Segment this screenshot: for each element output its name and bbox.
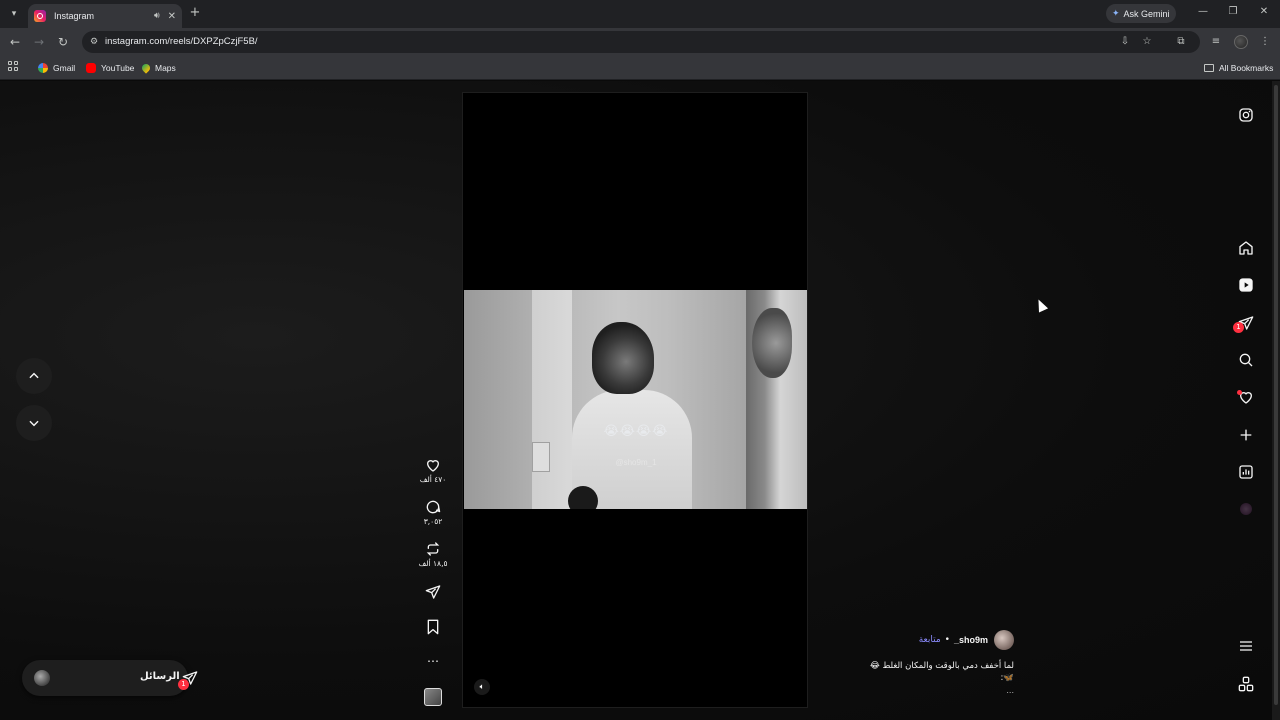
- ask-gemini-button[interactable]: ✦ Ask Gemini: [1106, 4, 1176, 23]
- video-watermark: @sho9m_1: [615, 458, 657, 467]
- chevron-down-icon: [29, 420, 39, 427]
- meta-apps-icon[interactable]: [1236, 674, 1256, 694]
- bookmark-icon: [418, 618, 448, 636]
- volume-icon[interactable]: 🔈︎: [474, 679, 490, 695]
- original-audio-thumbnail[interactable]: [424, 688, 442, 706]
- maps-pin-icon: [140, 62, 152, 74]
- comment-count: ٣,٠٥٢: [423, 517, 443, 526]
- more-options-button[interactable]: ⋯: [418, 652, 448, 670]
- site-info-icon[interactable]: ⚙: [88, 36, 100, 48]
- messages-avatar: [34, 670, 50, 686]
- tab-search-icon[interactable]: ▾: [6, 6, 22, 22]
- bookmark-label: Gmail: [53, 63, 76, 73]
- instagram-logo-icon[interactable]: [1236, 105, 1256, 125]
- address-bar[interactable]: ⚙ instagram.com/reels/DXPZpCzjF5B/ ⇩ ☆: [82, 31, 1200, 53]
- google-icon: [38, 63, 48, 73]
- repost-icon: [418, 540, 448, 558]
- like-count: ٤٧٠ ألف: [419, 475, 447, 484]
- extensions-icon[interactable]: ⧉: [1174, 35, 1188, 49]
- like-button[interactable]: ٤٧٠ ألف: [418, 456, 448, 484]
- heart-icon: [418, 456, 448, 474]
- instagram-favicon-icon: [34, 10, 46, 22]
- messages-label: الرسائل: [140, 671, 180, 682]
- bookmark-label: YouTube: [101, 63, 135, 73]
- tab-strip: ▾ Instagram 🔊︎ ✕ + ✦ Ask Gemini — ❐ ✕: [0, 0, 1280, 28]
- previous-reel-button[interactable]: [16, 358, 52, 394]
- reel-video-frame[interactable]: [464, 290, 807, 509]
- new-tab-button[interactable]: +: [188, 6, 202, 20]
- bookmark-maps[interactable]: Maps: [140, 61, 176, 75]
- all-bookmarks-label: All Bookmarks: [1219, 63, 1274, 73]
- browser-toolbar: ← → ↻ ⚙ instagram.com/reels/DXPZpCzjF5B/…: [0, 28, 1280, 56]
- close-window-button[interactable]: ✕: [1257, 6, 1271, 17]
- bookmarks-bar: Gmail YouTube Maps All Bookmarks: [0, 56, 1280, 80]
- back-button[interactable]: ←: [7, 34, 23, 50]
- reload-button[interactable]: ↻: [55, 34, 71, 50]
- caption-line-2: 🦋:: [1000, 673, 1014, 683]
- tab-instagram[interactable]: Instagram 🔊︎ ✕: [28, 4, 182, 28]
- messages-badge: 1: [178, 679, 189, 690]
- caption-more-button[interactable]: ...: [990, 686, 1014, 695]
- chrome-menu-icon[interactable]: ⋮: [1258, 35, 1272, 49]
- bookmark-youtube[interactable]: YouTube: [86, 61, 134, 75]
- media-controls-icon[interactable]: ≡: [1209, 35, 1223, 49]
- home-icon[interactable]: [1236, 238, 1256, 258]
- gemini-sparkle-icon: ✦: [1112, 8, 1120, 18]
- bookmark-label: Maps: [155, 63, 176, 73]
- reel-author-row: sho9m_ • متابعة: [880, 630, 1014, 650]
- create-plus-icon[interactable]: [1236, 425, 1256, 445]
- all-bookmarks-button[interactable]: All Bookmarks: [1204, 61, 1273, 75]
- youtube-icon: [86, 63, 96, 73]
- send-icon: [418, 583, 448, 601]
- notification-dot: [1237, 390, 1242, 395]
- speaker-icon[interactable]: 🔊︎: [154, 11, 160, 21]
- close-tab-icon[interactable]: ✕: [168, 11, 176, 22]
- profile-avatar[interactable]: [1234, 35, 1248, 49]
- reel-caption[interactable]: لما أخفف دمي بالوقت والمكان الغلط 😂 🦋:: [842, 660, 1014, 684]
- comment-button[interactable]: ٣,٠٥٢: [418, 498, 448, 526]
- more-icon: ⋯: [427, 654, 439, 668]
- apps-grid-icon[interactable]: [8, 61, 18, 71]
- search-icon[interactable]: [1236, 350, 1256, 370]
- bookmark-star-icon[interactable]: ☆: [1141, 36, 1153, 48]
- share-button[interactable]: [418, 583, 448, 601]
- chevron-up-icon: [29, 372, 39, 379]
- direct-messages-badge: 1: [1233, 322, 1244, 333]
- tab-title: Instagram: [54, 11, 95, 21]
- repost-count: ١٨,٥ ألف: [418, 559, 448, 568]
- author-avatar[interactable]: [994, 630, 1014, 650]
- repost-button[interactable]: ١٨,٥ ألف: [418, 540, 448, 568]
- forward-button[interactable]: →: [31, 34, 47, 50]
- bookmark-gmail[interactable]: Gmail: [38, 61, 75, 75]
- dashboard-icon[interactable]: [1236, 462, 1256, 482]
- minimize-button[interactable]: —: [1196, 6, 1210, 17]
- ask-gemini-label: Ask Gemini: [1123, 8, 1170, 19]
- save-button[interactable]: [418, 618, 448, 636]
- profile-avatar-icon[interactable]: [1240, 503, 1252, 515]
- author-username[interactable]: sho9m_: [954, 635, 988, 645]
- page-scrollbar[interactable]: [1272, 81, 1280, 720]
- reels-icon[interactable]: [1236, 275, 1256, 295]
- video-emoji-overlay: 😭😭😭😭: [603, 424, 669, 439]
- next-reel-button[interactable]: [16, 405, 52, 441]
- url-text[interactable]: instagram.com/reels/DXPZpCzjF5B/: [105, 36, 258, 47]
- caption-line-1: لما أخفف دمي بالوقت والمكان الغلط 😂: [869, 661, 1014, 671]
- separator: •: [944, 635, 950, 645]
- comment-icon: [418, 498, 448, 516]
- menu-hamburger-icon[interactable]: [1236, 636, 1256, 656]
- restore-button[interactable]: ❐: [1226, 6, 1240, 17]
- folder-icon: [1204, 64, 1214, 72]
- install-app-icon[interactable]: ⇩: [1119, 36, 1131, 48]
- follow-button[interactable]: متابعة: [919, 635, 941, 645]
